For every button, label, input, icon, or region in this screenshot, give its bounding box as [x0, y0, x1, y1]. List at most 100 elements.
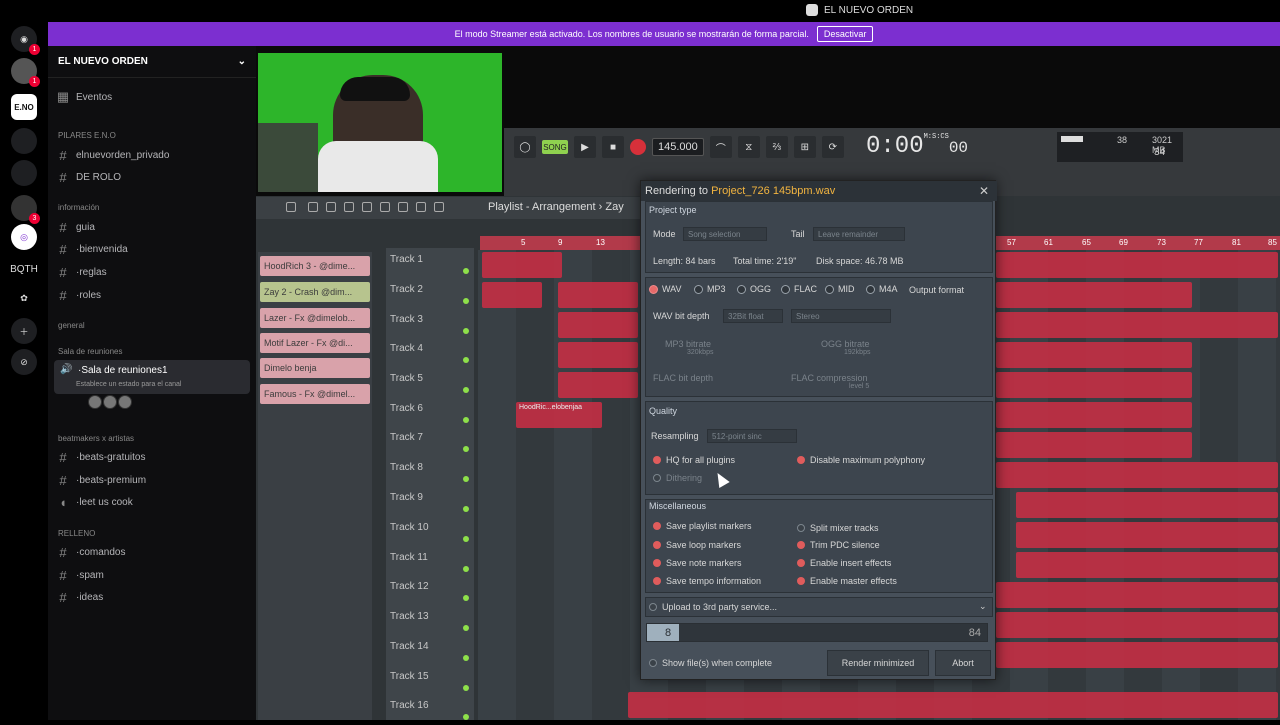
save-loop-markers-checkbox[interactable]: Save loop markers — [653, 540, 741, 550]
track-header[interactable]: Track 12 — [390, 577, 470, 606]
clip[interactable] — [996, 342, 1192, 368]
format-ogg[interactable]: OGG — [737, 284, 771, 294]
clip[interactable] — [996, 282, 1192, 308]
resampling-select[interactable]: 512-point sinc — [707, 429, 797, 443]
track-header[interactable]: Track 7 — [390, 428, 470, 457]
metronome-icon[interactable]: ◯ — [514, 136, 536, 158]
track-enable-led[interactable] — [463, 298, 469, 304]
channel-beats-premium[interactable]: # ·beats-premium — [56, 471, 146, 489]
pattern-item[interactable]: Famous - Fx @dimel... — [260, 384, 370, 404]
track-enable-led[interactable] — [463, 357, 469, 363]
category-beatmakers[interactable]: beatmakers x artistas — [58, 434, 134, 443]
track-header[interactable]: Track 8 — [390, 458, 470, 487]
brush-icon[interactable] — [326, 202, 336, 212]
close-icon[interactable]: ✕ — [979, 184, 989, 198]
song-mode-button[interactable]: SONG — [542, 140, 568, 154]
track-enable-led[interactable] — [463, 625, 469, 631]
category-relleno[interactable]: RELLENO — [58, 529, 95, 538]
tail-select[interactable]: Leave remainder — [813, 227, 905, 241]
track-enable-led[interactable] — [463, 387, 469, 393]
gaming-server-icon[interactable] — [11, 128, 37, 154]
server-header[interactable]: EL NUEVO ORDEN ⌄ — [48, 46, 256, 78]
track-header[interactable]: Track 2 — [390, 280, 470, 309]
clip[interactable] — [558, 342, 638, 368]
tempo-field[interactable]: 145.000 — [652, 138, 704, 156]
voice-participants[interactable] — [88, 395, 132, 409]
deactivate-button[interactable]: Desactivar — [816, 26, 874, 42]
format-m4a[interactable]: M4A — [866, 284, 898, 294]
pattern-item[interactable]: HoodRich 3 - @dime... — [260, 256, 370, 276]
server-7-icon[interactable]: ◎ — [11, 224, 37, 250]
clip[interactable]: HoodRic...elobenjaa — [516, 402, 602, 428]
add-server-icon[interactable]: ＋ — [11, 318, 37, 344]
clip[interactable] — [482, 252, 562, 278]
channel-derolo[interactable]: # DE ROLO — [56, 168, 121, 186]
select-icon[interactable] — [398, 202, 408, 212]
clip[interactable] — [996, 642, 1278, 668]
category-general[interactable]: general — [58, 321, 85, 330]
format-mid[interactable]: MID — [825, 284, 855, 294]
category-pilares[interactable]: PILARES E.N.O — [58, 131, 116, 140]
disable-polyphony-checkbox[interactable]: Disable maximum polyphony — [797, 455, 925, 465]
track-enable-led[interactable] — [463, 446, 469, 452]
track-enable-led[interactable] — [463, 328, 469, 334]
pencil-icon[interactable] — [308, 202, 318, 212]
discord-home-icon[interactable]: ◉ 1 — [11, 26, 40, 55]
record-icon[interactable] — [630, 139, 646, 155]
show-files-checkbox[interactable]: Show file(s) when complete — [649, 658, 772, 668]
clip[interactable] — [558, 282, 638, 308]
save-tempo-checkbox[interactable]: Save tempo information — [653, 576, 761, 586]
slip-icon[interactable] — [380, 202, 390, 212]
channel-privado[interactable]: # elnuevorden_privado — [56, 146, 169, 164]
bqth-server-icon[interactable]: BQTH — [10, 256, 38, 282]
save-note-markers-checkbox[interactable]: Save note markers — [653, 558, 742, 568]
upload-checkbox[interactable]: Upload to 3rd party service... — [649, 602, 777, 612]
play-icon[interactable]: ▶ — [574, 136, 596, 158]
track-header[interactable]: Track 15 — [390, 667, 470, 696]
track-header[interactable]: Track 13 — [390, 607, 470, 636]
clip[interactable] — [1016, 492, 1278, 518]
avatar[interactable] — [103, 395, 117, 409]
track-enable-led[interactable] — [463, 655, 469, 661]
playback-icon[interactable] — [434, 202, 444, 212]
clip[interactable] — [996, 612, 1278, 638]
track-header[interactable]: Track 9 — [390, 488, 470, 517]
delete-tool-icon[interactable] — [362, 202, 372, 212]
track-header[interactable]: Track 3 — [390, 310, 470, 339]
insert-effects-checkbox[interactable]: Enable insert effects — [797, 558, 891, 568]
stop-icon[interactable]: ■ — [602, 136, 624, 158]
channel-comandos[interactable]: # ·comandos — [56, 543, 125, 561]
countdown-icon[interactable]: ⧖ — [737, 136, 760, 158]
track-header[interactable]: Track 16 — [390, 696, 470, 725]
track-enable-led[interactable] — [463, 268, 469, 274]
clip[interactable] — [628, 692, 1278, 718]
mode-select[interactable]: Song selection — [683, 227, 767, 241]
cpu-monitor[interactable]: 38 3021 MB 34 — [1057, 132, 1183, 162]
clip[interactable] — [1016, 522, 1278, 548]
format-flac[interactable]: FLAC — [781, 284, 817, 294]
track-enable-led[interactable] — [463, 417, 469, 423]
channel-leet-us-cook[interactable]: ◖ ·leet us cook — [56, 493, 133, 511]
voice-channel-status[interactable]: Establece un estado para el canal — [76, 381, 181, 388]
dithering-checkbox[interactable]: Dithering — [653, 473, 702, 483]
track-header[interactable]: Track 1 — [390, 250, 470, 279]
format-wav[interactable]: WAV — [649, 284, 682, 294]
server-9-icon[interactable]: ✿ — [11, 285, 37, 311]
events-link[interactable]: ▦ Eventos — [56, 88, 112, 106]
track-enable-led[interactable] — [463, 506, 469, 512]
track-enable-led[interactable] — [463, 476, 469, 482]
eno-server-icon[interactable]: E.NO — [11, 94, 37, 120]
clip[interactable] — [558, 312, 638, 338]
clip[interactable] — [996, 582, 1278, 608]
channel-guia[interactable]: # guia — [56, 218, 95, 236]
track-header[interactable]: Track 11 — [390, 548, 470, 577]
voice-channel-active[interactable]: 🔊 ·Sala de reuniones1 Establece un estad… — [54, 360, 250, 394]
chevron-down-icon[interactable]: ⌄ — [979, 601, 987, 612]
clip[interactable] — [996, 312, 1278, 338]
user-avatar[interactable]: 1 — [11, 58, 40, 87]
category-info[interactable]: información — [58, 203, 99, 212]
track-header[interactable]: Track 4 — [390, 339, 470, 368]
pattern-item[interactable]: Motif Lazer - Fx @di... — [260, 333, 370, 353]
track-header[interactable]: Track 10 — [390, 518, 470, 547]
server-6-icon[interactable]: 3 — [11, 195, 40, 224]
